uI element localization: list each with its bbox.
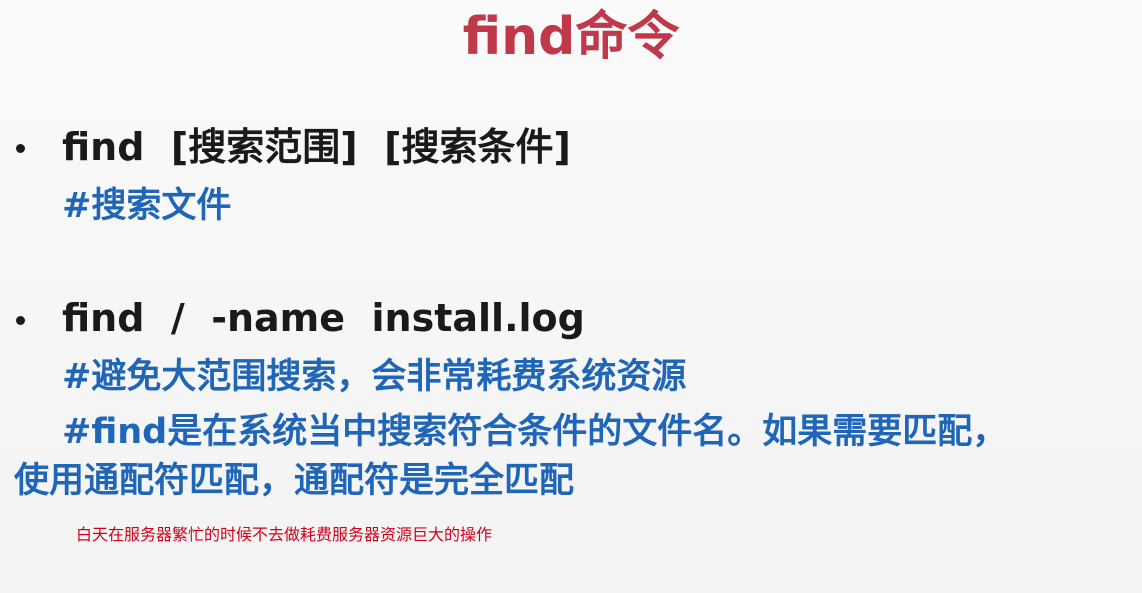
find-example-comment-wildcard-line2: 使用通配符匹配，通配符是完全匹配 [14,461,575,501]
slide-title: find命令 [462,7,680,67]
bullet-1-dot [16,144,25,153]
find-syntax-comment: #搜索文件 [62,186,232,226]
find-example-command: find / -name install.log [62,296,585,340]
find-syntax-command: find [搜索范围] [搜索条件] [62,125,571,169]
find-example-comment-wildcard-line1: #find是在系统当中搜索符合条件的文件名。如果需要匹配， [62,412,1008,452]
annotation-note: 白天在服务器繁忙的时候不去做耗费服务器资源巨大的操作 [76,525,493,544]
bullet-2-dot [16,316,25,325]
slide: find命令 find [搜索范围] [搜索条件] #搜索文件 find / -… [0,0,1142,593]
find-example-comment-scope: #避免大范围搜索，会非常耗费系统资源 [62,357,687,397]
